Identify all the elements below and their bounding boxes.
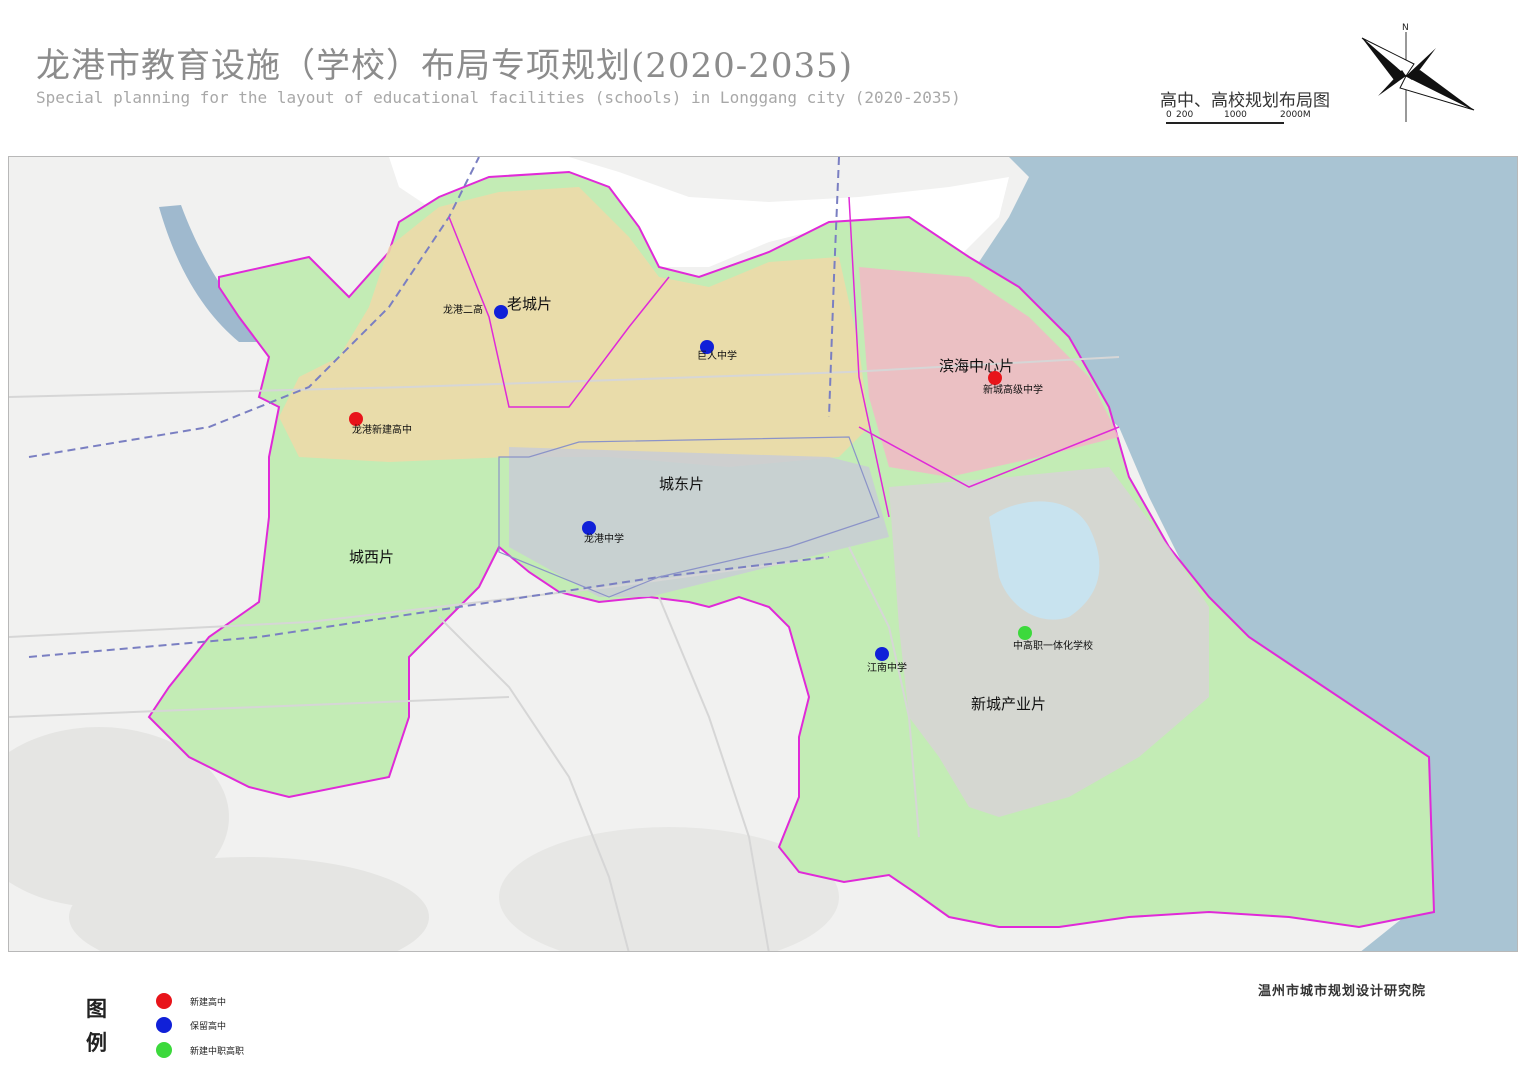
new-high-school-dot (988, 371, 1002, 385)
scale-label-2000: 2000M (1280, 110, 1311, 120)
scale-label-0: 0 (1166, 110, 1172, 120)
north-arrow-icon: N (1361, 23, 1475, 122)
retained-high-school-dot (875, 647, 889, 661)
retained-high-school-dot (582, 521, 596, 535)
legend-dot-green (156, 1042, 172, 1058)
legend-label: 新建高中 (190, 997, 227, 1008)
school-label: 龙港新建高中 (352, 423, 412, 436)
district-label-east: 城东片 (659, 475, 704, 493)
map-frame: 老城片 滨海中心片 城东片 城西片 新城产业片 龙港二高 巨人中学 新城高级中学… (8, 156, 1518, 952)
school-label: 江南中学 (867, 661, 907, 674)
north-label: N (1402, 23, 1409, 33)
scale-bar: 0 200 1000 2000M (1166, 110, 1326, 126)
legend-title: 图例 (86, 996, 107, 1055)
map-title: 龙港市教育设施（学校）布局专项规划(2020-2035) (36, 46, 854, 86)
legend-item-vocational: 新建中职高职 (156, 1041, 244, 1059)
legend-item-retained-high-school: 保留高中 (156, 1016, 226, 1034)
vocational-school-dot (1018, 626, 1032, 640)
retained-high-school-dot (494, 305, 508, 319)
map-title-english: Special planning for the layout of educa… (36, 88, 961, 107)
legend-dot-red (156, 993, 172, 1009)
district-label-coastal-center: 滨海中心片 (939, 357, 1014, 375)
district-label-new-city-industrial: 新城产业片 (971, 695, 1046, 713)
legend-label: 保留高中 (190, 1021, 227, 1032)
scale-line (1166, 122, 1284, 124)
school-label: 龙港二高 (443, 303, 483, 316)
district-label-west: 城西片 (349, 548, 394, 566)
institute-credit: 温州市城市规划设计研究院 (1258, 984, 1427, 999)
legend-dot-blue (156, 1017, 172, 1033)
new-high-school-dot (349, 412, 363, 426)
map-canvas: 老城片 滨海中心片 城东片 城西片 新城产业片 龙港二高 巨人中学 新城高级中学… (9, 157, 1517, 951)
map-subtitle: 高中、高校规划布局图 (1160, 91, 1330, 111)
scale-label-200: 200 (1176, 110, 1194, 120)
legend-label: 新建中职高职 (190, 1046, 245, 1057)
school-label: 中高职一体化学校 (1013, 639, 1093, 652)
school-label: 新城高级中学 (983, 383, 1043, 396)
scale-label-1000: 1000 (1224, 110, 1247, 120)
school-label: 巨人中学 (697, 349, 737, 362)
legend-item-new-high-school: 新建高中 (156, 992, 226, 1010)
district-label-old-town: 老城片 (507, 295, 552, 313)
school-label: 龙港中学 (584, 532, 624, 545)
